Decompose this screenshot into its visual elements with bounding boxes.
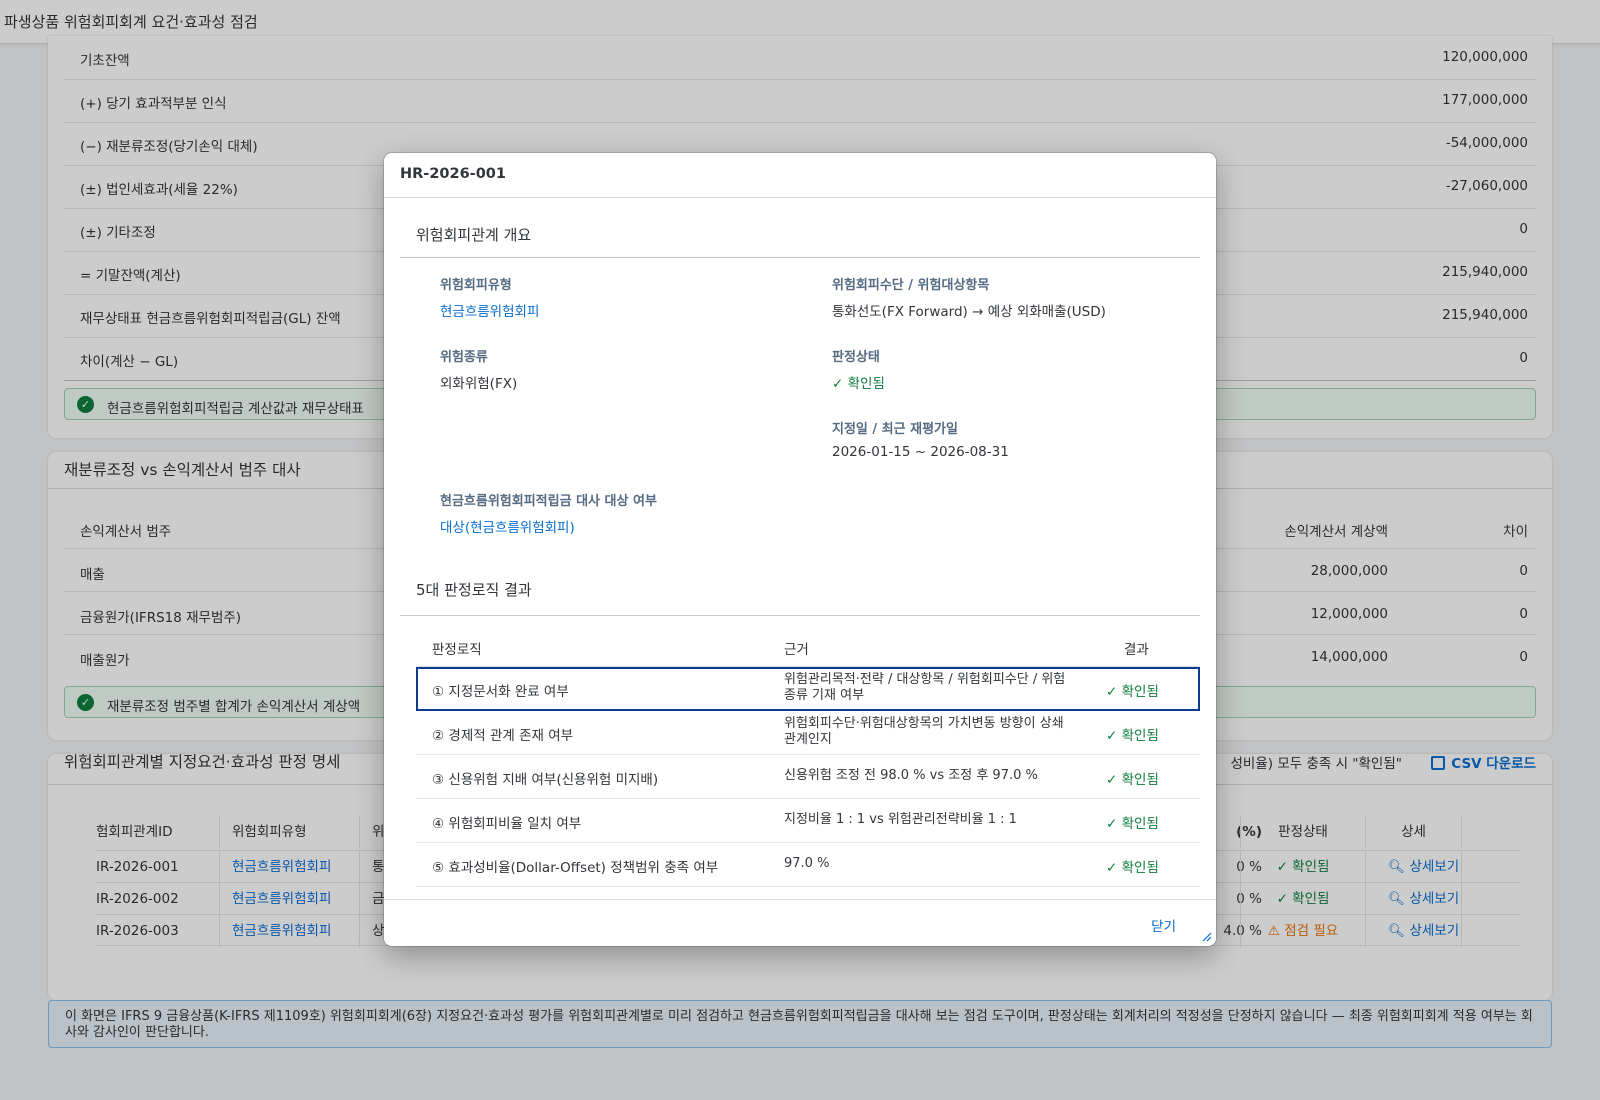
overview-section-title: 위험회피관계 개요: [416, 226, 532, 244]
hedge-type-link[interactable]: 현금흐름위험회피: [440, 300, 539, 320]
result-text: 확인됨: [1121, 816, 1159, 832]
logic-row[interactable]: ⑤ 효과성비율(Dollar-Offset) 정책범위 충족 여부 97.0 %…: [416, 843, 1200, 887]
reserve-target-link[interactable]: 대상(현금흐름위험회피): [440, 516, 657, 536]
close-button[interactable]: 닫기: [1151, 915, 1176, 935]
check-icon: ✓: [1106, 728, 1122, 744]
hedge-detail-dialog: HR-2026-001 위험회피관계 개요 위험회피유형 현금흐름위험회피 위험…: [384, 153, 1216, 946]
logic-cell: ② 경제적 관계 존재 여부: [432, 728, 574, 744]
result-badge: ✓ 확인됨: [1106, 680, 1159, 700]
column-header: 판정로직: [432, 642, 482, 658]
instrument-field: 위험회피수단 / 위험대상항목 통화선도(FX Forward) → 예상 외화…: [832, 274, 1106, 320]
basis-cell: 위험회피수단·위험대상항목의 가치변동 방향이 상쇄관계인지: [784, 716, 1064, 747]
risk-type-field: 위험종류 외화위험(FX): [440, 346, 517, 392]
table-header-row: 판정로직 근거 결과: [416, 623, 1200, 667]
field-value: 외화위험(FX): [440, 376, 518, 392]
column-header: 결과: [1124, 642, 1149, 658]
check-icon: ✓: [1106, 860, 1122, 876]
result-badge: ✓ 확인됨: [1106, 768, 1159, 788]
status-field: 판정상태 ✓ 확인됨: [832, 346, 885, 392]
field-label: 지정일 / 최근 재평가일: [832, 422, 958, 437]
dialog-title: HR-2026-001: [400, 166, 506, 182]
result-text: 확인됨: [1121, 772, 1159, 788]
resize-handle-icon[interactable]: [1200, 930, 1212, 942]
logic-cell: ① 지정문서화 완료 여부: [432, 684, 569, 700]
check-icon: ✓: [1106, 816, 1122, 832]
status-badge: ✓ 확인됨: [832, 376, 885, 392]
reserve-target-field: 현금흐름위험회피적립금 대사 대상 여부 대상(현금흐름위험회피): [440, 490, 657, 536]
logic-row[interactable]: ② 경제적 관계 존재 여부 위험회피수단·위험대상항목의 가치변동 방향이 상…: [416, 711, 1200, 755]
logic-row[interactable]: ④ 위험회피비율 일치 여부 지정비율 1 : 1 vs 위험관리전략비율 1 …: [416, 799, 1200, 843]
logic-cell: ⑤ 효과성비율(Dollar-Offset) 정책범위 충족 여부: [432, 860, 719, 876]
field-label: 위험회피유형: [440, 278, 512, 293]
result-badge: ✓ 확인됨: [1106, 856, 1159, 876]
field-label: 위험종류: [440, 350, 488, 365]
basis-cell: 97.0 %: [784, 856, 830, 871]
field-value: 통화선도(FX Forward) → 예상 외화매출(USD): [832, 304, 1106, 320]
field-label: 위험회피수단 / 위험대상항목: [832, 278, 990, 293]
dialog-footer: 닫기: [384, 899, 1216, 946]
logic-row[interactable]: ③ 신용위험 지배 여부(신용위험 미지배) 신용위험 조정 전 98.0 % …: [416, 755, 1200, 799]
logic-row-selected[interactable]: ① 지정문서화 완료 여부 위험관리목적·전략 / 대상항목 / 위험회피수단 …: [416, 667, 1200, 711]
basis-cell: 위험관리목적·전략 / 대상항목 / 위험회피수단 / 위험종류 기재 여부: [784, 672, 1066, 703]
result-text: 확인됨: [1121, 728, 1159, 744]
result-text: 확인됨: [1121, 684, 1159, 700]
basis-cell: 지정비율 1 : 1 vs 위험관리전략비율 1 : 1: [784, 812, 1017, 827]
result-badge: ✓ 확인됨: [1106, 812, 1159, 832]
column-header: 근거: [784, 642, 809, 658]
check-icon: ✓: [1106, 684, 1122, 700]
result-text: 확인됨: [1121, 860, 1159, 876]
field-label: 판정상태: [832, 350, 880, 365]
result-badge: ✓ 확인됨: [1106, 724, 1159, 744]
basis-cell: 신용위험 조정 전 98.0 % vs 조정 후 97.0 %: [784, 768, 1038, 783]
check-icon: ✓: [1106, 772, 1122, 788]
field-value: 2026-01-15 ~ 2026-08-31: [832, 444, 1009, 460]
logic-section-title: 5대 판정로직 결과: [416, 581, 532, 599]
logic-cell: ④ 위험회피비율 일치 여부: [432, 816, 582, 832]
logic-cell: ③ 신용위험 지배 여부(신용위험 미지배): [432, 772, 659, 788]
date-field: 지정일 / 최근 재평가일 2026-01-15 ~ 2026-08-31: [832, 418, 1009, 460]
hedge-type-field: 위험회피유형 현금흐름위험회피: [440, 274, 539, 320]
field-label: 현금흐름위험회피적립금 대사 대상 여부: [440, 494, 657, 509]
